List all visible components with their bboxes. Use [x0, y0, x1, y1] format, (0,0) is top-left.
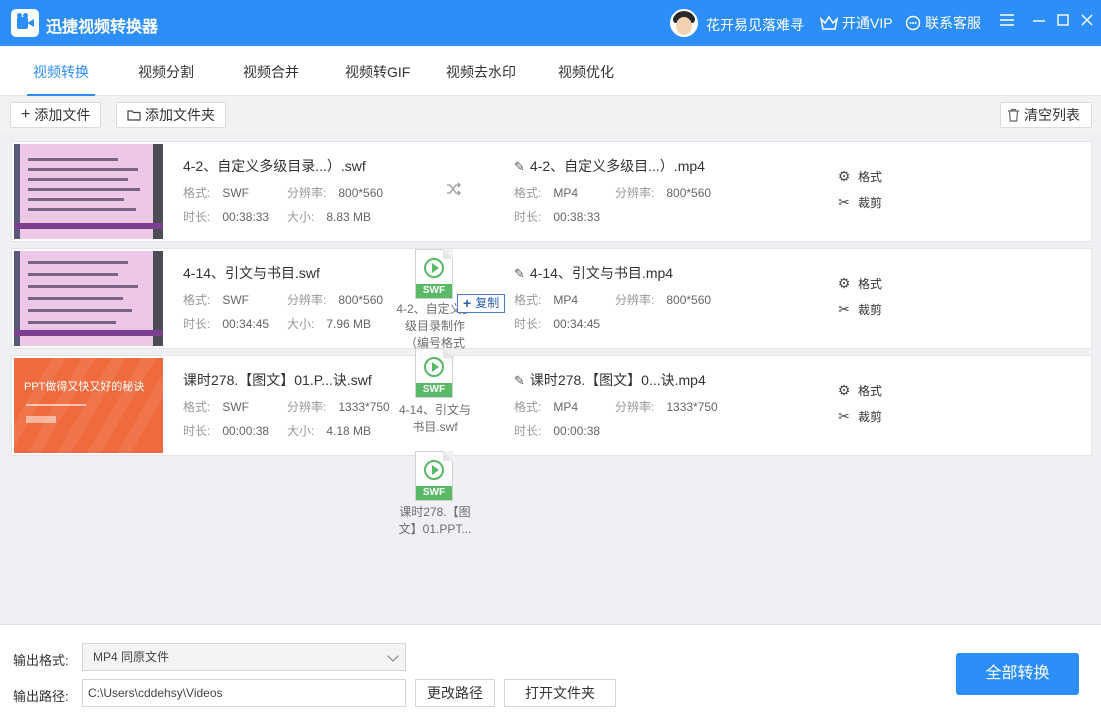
drag-file-icon: SWF [415, 451, 453, 501]
video-thumbnail [14, 251, 163, 346]
output-format: 格式: MP4 [514, 293, 579, 307]
source-format: 格式: SWF [183, 400, 250, 414]
cut-button[interactable]: ✂ 裁剪 [836, 301, 882, 318]
drag-file-label: 4-14、引文与书目.swf [398, 403, 472, 434]
format-settings-button[interactable]: ⚙ 格式 [836, 275, 882, 292]
output-duration: 时长: 00:38:33 [514, 210, 601, 224]
title-bar: 迅捷视频转换器 花开易见落难寻 开通VIP 联系客服 [0, 0, 1101, 46]
output-duration: 时长: 00:00:38 [514, 424, 601, 438]
convert-all-button[interactable]: 全部转换 [956, 653, 1079, 695]
output-resolution: 分辨率: 1333*750 [615, 400, 718, 414]
output-path-label: 输出路径: [13, 689, 69, 704]
clear-list-button[interactable]: 清空列表 [1000, 102, 1092, 128]
output-path-field[interactable]: C:\Users\cddehsy\Videos [82, 679, 406, 707]
trash-icon [1008, 108, 1019, 122]
file-row[interactable]: PPT做得又快又好的秘诀 课时278.【图文】01.P...诀.swf 格式: S… [11, 355, 1092, 456]
file-row[interactable]: 4-2、自定义多级目录...）.swf 格式: SWF 分辨率: 800*560 时… [11, 141, 1092, 242]
chevron-down-icon [387, 650, 399, 662]
output-format-label: 输出格式: [13, 653, 69, 668]
tab-video-convert[interactable]: 视频转换 [27, 62, 95, 96]
tab-video-split[interactable]: 视频分割 [138, 62, 194, 96]
output-resolution: 分辨率: 800*560 [615, 186, 712, 200]
user-name[interactable]: 花开易见落难寻 [706, 15, 804, 35]
edit-pencil-icon[interactable]: ✎ [514, 266, 525, 282]
add-folder-label: 添加文件夹 [145, 107, 215, 123]
tab-video-optimize[interactable]: 视频优化 [558, 62, 614, 96]
tab-bar: 视频转换 视频分割 视频合并 视频转GIF 视频去水印 视频优化 [0, 46, 1101, 96]
user-avatar[interactable] [670, 9, 698, 37]
output-format: 格式: MP4 [514, 186, 579, 200]
file-list: 4-2、自定义多级目录...）.swf 格式: SWF 分辨率: 800*560 时… [0, 132, 1101, 624]
source-duration: 时长: 00:00:38 [183, 424, 270, 438]
source-file-name: 4-14、引文与书目.swf [183, 265, 320, 281]
source-resolution: 分辨率: 800*560 [287, 293, 384, 307]
menu-icon[interactable] [997, 12, 1017, 32]
source-file-name: 课时278.【图文】01.P...诀.swf [183, 372, 372, 388]
source-file-name: 4-2、自定义多级目录...）.swf [183, 158, 366, 174]
edit-pencil-icon[interactable]: ✎ [514, 373, 525, 389]
close-icon[interactable] [1077, 12, 1097, 32]
output-duration: 时长: 00:34:45 [514, 317, 601, 331]
open-folder-button[interactable]: 打开文件夹 [504, 679, 616, 707]
copy-tooltip: + 复制 [457, 294, 506, 313]
video-thumbnail [14, 144, 163, 239]
source-duration: 时长: 00:34:45 [183, 317, 270, 331]
source-format: 格式: SWF [183, 186, 250, 200]
change-path-button[interactable]: 更改路径 [415, 679, 495, 707]
drag-file-icon: SWF [415, 348, 453, 398]
crown-icon [820, 15, 838, 30]
format-settings-button[interactable]: ⚙ 格式 [836, 382, 882, 399]
gear-icon: ⚙ [837, 168, 851, 184]
source-duration: 时长: 00:38:33 [183, 210, 270, 224]
output-file-name[interactable]: ✎ 4-2、自定义多级目...）.mp4 [514, 156, 705, 176]
file-row[interactable]: 4-14、引文与书目.swf 格式: SWF 分辨率: 800*560 时长: 00:… [11, 248, 1092, 349]
tab-remove-watermark[interactable]: 视频去水印 [446, 62, 516, 96]
cut-button[interactable]: ✂ 裁剪 [836, 194, 882, 211]
bottom-panel: 输出格式: MP4 同原文件 输出路径: C:\Users\cddehsy\Vi… [0, 624, 1101, 719]
minimize-icon[interactable] [1029, 12, 1049, 32]
source-size: 大小: 7.96 MB [287, 317, 372, 331]
drag-file-icon: SWF [415, 249, 453, 299]
edit-pencil-icon[interactable]: ✎ [514, 159, 525, 175]
add-file-button[interactable]: + 添加文件 [10, 102, 102, 128]
gear-icon: ⚙ [837, 275, 851, 291]
scissors-icon: ✂ [838, 301, 850, 317]
add-folder-button[interactable]: 添加文件夹 [116, 102, 226, 128]
scissors-icon: ✂ [838, 408, 850, 424]
cut-button[interactable]: ✂ 裁剪 [836, 408, 882, 425]
shuffle-icon [446, 182, 462, 199]
output-file-name[interactable]: ✎ 课时278.【图文】0...诀.mp4 [514, 370, 706, 390]
plus-icon: + [21, 106, 31, 123]
format-settings-button[interactable]: ⚙ 格式 [836, 168, 882, 185]
add-file-label: 添加文件 [34, 107, 91, 123]
plus-icon: + [463, 295, 472, 311]
service-label: 联系客服 [925, 15, 981, 31]
vip-button[interactable]: 开通VIP [820, 13, 893, 33]
output-resolution: 分辨率: 800*560 [615, 293, 712, 307]
scissors-icon: ✂ [838, 194, 850, 210]
source-size: 大小: 8.83 MB [287, 210, 372, 224]
maximize-icon[interactable] [1053, 12, 1073, 32]
output-format: 格式: MP4 [514, 400, 579, 414]
tab-video-to-gif[interactable]: 视频转GIF [345, 62, 410, 96]
source-resolution: 分辨率: 1333*750 [287, 400, 390, 414]
source-resolution: 分辨率: 800*560 [287, 186, 384, 200]
source-format: 格式: SWF [183, 293, 250, 307]
output-file-name[interactable]: ✎ 4-14、引文与书目.mp4 [514, 263, 673, 283]
clear-list-label: 清空列表 [1024, 107, 1080, 123]
app-title: 迅捷视频转换器 [46, 19, 159, 36]
vip-label: 开通VIP [842, 15, 893, 31]
service-button[interactable]: 联系客服 [905, 13, 981, 33]
chat-icon [905, 15, 921, 31]
app-logo-icon [11, 9, 39, 37]
thumbnail-title: PPT做得又快又好的秘诀 [24, 381, 145, 393]
output-format-select[interactable]: MP4 同原文件 [82, 643, 406, 671]
folder-icon [127, 110, 141, 121]
drag-file-label: 课时278.【图文】01.PPT... [398, 505, 472, 536]
video-thumbnail: PPT做得又快又好的秘诀 [14, 358, 163, 453]
gear-icon: ⚙ [837, 382, 851, 398]
tab-video-merge[interactable]: 视频合并 [243, 62, 299, 96]
source-size: 大小: 4.18 MB [287, 424, 372, 438]
